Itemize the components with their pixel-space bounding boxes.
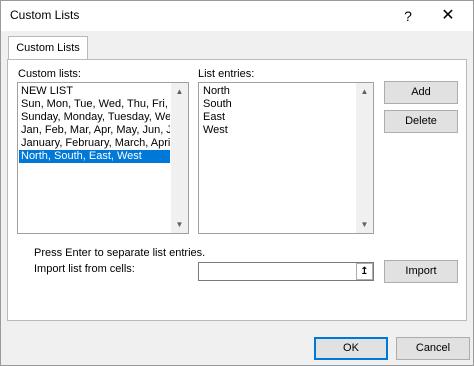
- scroll-up-icon[interactable]: ▲: [356, 83, 373, 100]
- collapse-dialog-icon[interactable]: ↥: [356, 263, 373, 280]
- custom-list-item[interactable]: Jan, Feb, Mar, Apr, May, Jun, Jul, Aug, …: [19, 124, 170, 137]
- close-icon[interactable]: ✕: [425, 3, 471, 29]
- ok-button[interactable]: OK: [314, 337, 388, 360]
- window-title: Custom Lists: [10, 8, 80, 22]
- custom-list-item[interactable]: January, February, March, April, May, Ju…: [19, 137, 170, 150]
- custom-list-item[interactable]: North, South, East, West: [19, 150, 170, 163]
- scroll-down-icon[interactable]: ▼: [356, 216, 373, 233]
- list-entries-label: List entries:: [198, 68, 255, 80]
- enter-hint: Press Enter to separate list entries.: [34, 247, 206, 259]
- scroll-up-icon[interactable]: ▲: [171, 83, 188, 100]
- delete-button[interactable]: Delete: [384, 110, 458, 133]
- title-bar: Custom Lists ? ✕: [1, 1, 473, 31]
- custom-lists-items: NEW LISTSun, Mon, Tue, Wed, Thu, Fri, Sa…: [19, 85, 170, 163]
- custom-list-item[interactable]: NEW LIST: [19, 85, 170, 98]
- import-button[interactable]: Import: [384, 260, 458, 283]
- help-icon[interactable]: ?: [391, 3, 425, 29]
- list-entries-items: North South East West: [201, 85, 355, 137]
- scroll-down-icon[interactable]: ▼: [171, 216, 188, 233]
- custom-lists-listbox[interactable]: NEW LISTSun, Mon, Tue, Wed, Thu, Fri, Sa…: [17, 82, 189, 234]
- custom-list-item[interactable]: Sunday, Monday, Tuesday, Wednesday, Thur…: [19, 111, 170, 124]
- list-entry: North: [203, 85, 230, 97]
- add-button[interactable]: Add: [384, 81, 458, 104]
- list-entries-textbox[interactable]: North South East West ▲ ▼: [198, 82, 374, 234]
- list-entry: East: [203, 111, 226, 123]
- tab-custom-lists[interactable]: Custom Lists: [8, 36, 88, 60]
- custom-lists-dialog: Custom Lists ? ✕ Custom Lists Custom lis…: [0, 0, 474, 366]
- import-range-input[interactable]: [198, 262, 374, 281]
- custom-lists-label: Custom lists:: [18, 68, 81, 80]
- list-entry: West: [203, 124, 228, 136]
- list-entry: South: [203, 98, 232, 110]
- custom-list-item[interactable]: Sun, Mon, Tue, Wed, Thu, Fri, Sat: [19, 98, 170, 111]
- cancel-button[interactable]: Cancel: [396, 337, 470, 360]
- list-entries-scrollbar[interactable]: ▲ ▼: [356, 83, 373, 233]
- custom-lists-scrollbar[interactable]: ▲ ▼: [171, 83, 188, 233]
- import-label: Import list from cells:: [34, 263, 135, 275]
